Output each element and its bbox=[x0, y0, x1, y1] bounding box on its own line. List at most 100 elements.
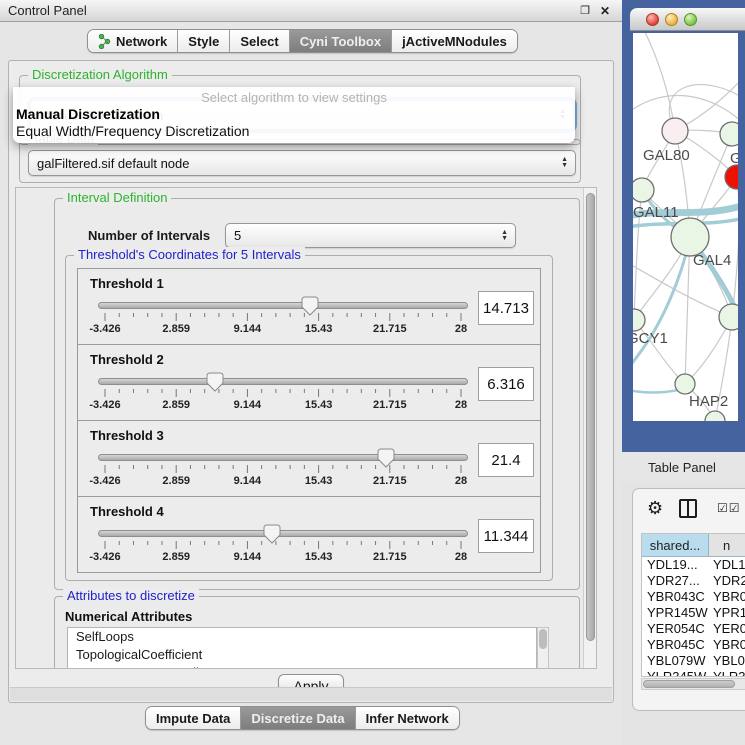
settings-scroll-viewport: Interval Definition Number of Intervals … bbox=[15, 187, 597, 669]
network-edge[interactable] bbox=[732, 177, 738, 317]
network-node-h[interactable] bbox=[719, 304, 738, 330]
algorithm-popup-prompt[interactable]: Select algorithm to view settings bbox=[13, 90, 575, 105]
network-node-gal11[interactable] bbox=[633, 178, 654, 202]
network-view-window: GAL80GACGAL11GAL4GCY1HHAP2 bbox=[622, 0, 745, 452]
cell-shared-name[interactable]: YBL079W bbox=[642, 653, 709, 669]
tab-cyni-toolbox[interactable]: Cyni Toolbox bbox=[290, 30, 392, 52]
slider-track[interactable] bbox=[98, 378, 468, 385]
node-attribute-table: shared... n YDL19...YDL1YDR27...YDR2YBR0… bbox=[641, 533, 745, 677]
threshold-value-field-1[interactable]: 14.713 bbox=[478, 291, 534, 325]
table-row[interactable]: YER054CYER0 bbox=[642, 621, 745, 637]
tab-jactivemnodules-label: jActiveMNodules bbox=[402, 34, 507, 49]
slider-track[interactable] bbox=[98, 302, 468, 309]
table-row[interactable]: YBL079WYBL0 bbox=[642, 653, 745, 669]
threshold-panel-1: Threshold 1-3.4262.8599.14415.4321.71528… bbox=[77, 268, 541, 345]
network-window-titlebar bbox=[630, 8, 745, 31]
threshold-rows: Threshold 1-3.4262.8599.14415.4321.71528… bbox=[66, 269, 552, 573]
threshold-value-field-4[interactable]: 11.344 bbox=[478, 519, 534, 553]
cell-shared-name[interactable]: YDL19... bbox=[642, 557, 709, 573]
mac-close-button[interactable] bbox=[646, 13, 659, 26]
interval-definition-group: Interval Definition Number of Intervals … bbox=[54, 198, 580, 590]
threshold-label: Threshold 3 bbox=[90, 428, 164, 443]
slider-scale-labels: -3.4262.8599.14415.4321.71528 bbox=[98, 475, 468, 489]
network-node-c[interactable] bbox=[725, 165, 738, 189]
tab-network[interactable]: Network bbox=[88, 30, 178, 52]
cell-name[interactable]: YDL1 bbox=[709, 557, 745, 573]
threshold-panel-4: Threshold 4-3.4262.8599.14415.4321.71528… bbox=[77, 496, 541, 573]
table-horizontal-scrollbar[interactable] bbox=[641, 678, 745, 690]
slider-handle[interactable] bbox=[301, 296, 319, 316]
table-rows: YDL19...YDL1YDR27...YDR2YBR043CYBR0YPR14… bbox=[642, 557, 745, 677]
cell-shared-name[interactable]: YBR045C bbox=[642, 637, 709, 653]
network-node-hap2[interactable] bbox=[675, 374, 695, 394]
cell-shared-name[interactable]: YER054C bbox=[642, 621, 709, 637]
mac-zoom-button[interactable] bbox=[684, 13, 697, 26]
table-row[interactable]: YLR345WYLR3 bbox=[642, 669, 745, 677]
algorithm-option-equal-width[interactable]: Equal Width/Frequency Discretization bbox=[16, 123, 249, 139]
attribute-list-item[interactable]: SelfLoops bbox=[68, 628, 536, 646]
table-data-combobox[interactable]: galFiltered.sif default node ▲▼ bbox=[28, 150, 576, 176]
slider-track[interactable] bbox=[98, 530, 468, 537]
slider-handle[interactable] bbox=[263, 524, 281, 544]
network-node-gal4[interactable] bbox=[671, 218, 709, 256]
table-panel-title: Table Panel bbox=[648, 460, 716, 475]
slider-handle[interactable] bbox=[206, 372, 224, 392]
cell-name[interactable]: YBL0 bbox=[709, 653, 745, 669]
attribute-list-item[interactable]: TopologicalCoefficient bbox=[68, 646, 536, 664]
checkboxes-icon[interactable]: ☑☑ bbox=[717, 501, 741, 515]
column-header-name[interactable]: n bbox=[709, 534, 745, 556]
cell-shared-name[interactable]: YDR27... bbox=[642, 573, 709, 589]
network-edge[interactable] bbox=[633, 263, 732, 317]
discretization-algorithm-group-title: Discretization Algorithm bbox=[28, 67, 172, 82]
settings-vertical-scrollbar[interactable] bbox=[583, 188, 596, 668]
cell-shared-name[interactable]: YBR043C bbox=[642, 589, 709, 605]
scale-label: -3.426 bbox=[89, 323, 120, 335]
network-node-ga[interactable] bbox=[720, 122, 738, 146]
attributes-list-scrollbar[interactable] bbox=[537, 627, 549, 669]
cell-name[interactable]: YLR3 bbox=[709, 669, 745, 677]
attribute-list-item[interactable]: BetweennessCentrality bbox=[68, 664, 536, 669]
number-of-intervals-combobox[interactable]: 5 ▲▼ bbox=[225, 223, 516, 248]
thresholds-group-title: Threshold's Coordinates for 5 Intervals bbox=[74, 247, 305, 262]
table-row[interactable]: YBR043CYBR0 bbox=[642, 589, 745, 605]
network-node-gal80[interactable] bbox=[662, 118, 688, 144]
slider-track[interactable] bbox=[98, 454, 468, 461]
column-selector-icon[interactable] bbox=[679, 499, 697, 518]
cell-name[interactable]: YER0 bbox=[709, 621, 745, 637]
table-row[interactable]: YPR145WYPR1 bbox=[642, 605, 745, 621]
tab-select[interactable]: Select bbox=[230, 30, 289, 52]
cell-name[interactable]: YDR2 bbox=[709, 573, 745, 589]
scale-label: -3.426 bbox=[89, 551, 120, 563]
cell-name[interactable]: YBR0 bbox=[709, 637, 745, 653]
close-icon[interactable]: ✕ bbox=[598, 4, 612, 18]
content-footer bbox=[10, 687, 612, 701]
cell-name[interactable]: YBR0 bbox=[709, 589, 745, 605]
bottom-tab-bar: Impute Data Discretize Data Infer Networ… bbox=[145, 706, 460, 730]
cell-shared-name[interactable]: YLR345W bbox=[642, 669, 709, 677]
column-header-shared[interactable]: shared... bbox=[642, 534, 709, 556]
tab-jactivemnodules[interactable]: jActiveMNodules bbox=[392, 30, 517, 52]
table-row[interactable]: YBR045CYBR0 bbox=[642, 637, 745, 653]
table-data-group: Table Data galFiltered.sif default node … bbox=[19, 139, 581, 183]
scale-label: 28 bbox=[455, 399, 467, 411]
threshold-value-field-2[interactable]: 6.316 bbox=[478, 367, 534, 401]
cell-shared-name[interactable]: YPR145W bbox=[642, 605, 709, 621]
table-row[interactable]: YDR27...YDR2 bbox=[642, 573, 745, 589]
table-row[interactable]: YDL19...YDL1 bbox=[642, 557, 745, 573]
cell-name[interactable]: YPR1 bbox=[709, 605, 745, 621]
numerical-attributes-list[interactable]: SelfLoopsTopologicalCoefficientBetweenne… bbox=[67, 627, 537, 669]
tab-discretize-data[interactable]: Discretize Data bbox=[241, 707, 355, 729]
tab-infer-network[interactable]: Infer Network bbox=[356, 707, 459, 729]
slider-handle[interactable] bbox=[377, 448, 395, 468]
network-canvas[interactable]: GAL80GACGAL11GAL4GCY1HHAP2 bbox=[633, 33, 738, 421]
mac-minimize-button[interactable] bbox=[665, 13, 678, 26]
network-edge-teal[interactable] bbox=[633, 239, 690, 368]
algorithm-option-manual[interactable]: Manual Discretization bbox=[16, 106, 160, 122]
threshold-value-field-3[interactable]: 21.4 bbox=[478, 443, 534, 477]
float-window-icon[interactable]: ❐ bbox=[578, 4, 592, 18]
network-node[interactable] bbox=[705, 411, 725, 421]
tab-impute-data[interactable]: Impute Data bbox=[146, 707, 241, 729]
network-node-gcy1[interactable] bbox=[633, 309, 645, 331]
tab-style[interactable]: Style bbox=[178, 30, 230, 52]
gear-icon[interactable]: ⚙ bbox=[647, 498, 663, 519]
